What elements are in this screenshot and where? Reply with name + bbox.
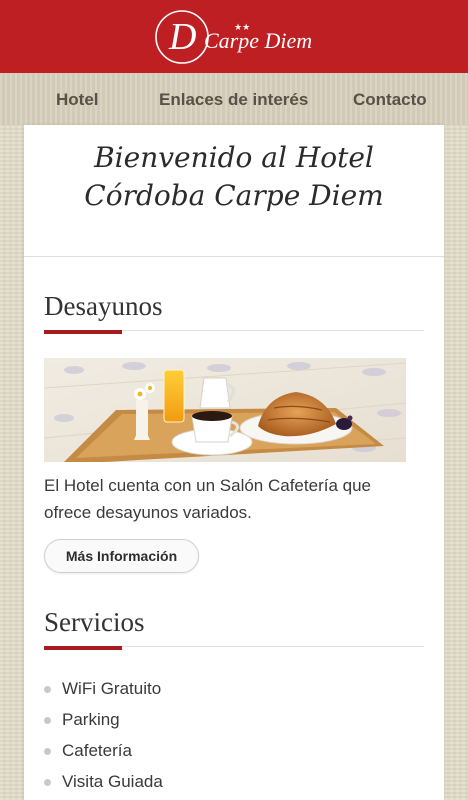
service-label-parking: Parking [62,710,120,729]
hotel-logo[interactable]: D ★★ Carpe Diem [154,8,324,66]
list-item: Cafetería [44,737,424,768]
services-list: WiFi Gratuito Parking Cafetería Visita G… [44,675,424,799]
top-header-bar: D ★★ Carpe Diem [0,0,468,73]
breakfast-desc-line-1: El Hotel cuenta con un Salón Cafetería q… [44,476,371,495]
service-label-visita: Visita Guiada [62,772,163,791]
breakfast-desc-line-2: ofrece desayunos variados. [44,503,252,522]
services-section-accent [44,646,122,650]
list-item: Parking [44,706,424,737]
bullet-icon [44,779,51,786]
breakfast-tray-photo [44,358,406,462]
bullet-icon [44,686,51,693]
services-section-title: Servicios [44,607,145,637]
breakfast-section-accent [44,330,122,334]
nav-item-enlaces[interactable]: Enlaces de interés [159,90,308,110]
welcome-line-2: Córdoba Carpe Diem [84,179,384,212]
breakfast-section-title: Desayunos [44,291,163,321]
logo-letter: D [168,16,196,58]
bullet-icon [44,717,51,724]
welcome-divider [24,256,444,257]
more-info-button[interactable]: Más Información [44,539,199,573]
service-label-cafeteria: Cafetería [62,741,132,760]
service-label-wifi: WiFi Gratuito [62,679,162,698]
nav-item-hotel[interactable]: Hotel [56,90,99,110]
bullet-icon [44,748,51,755]
welcome-heading: Bienvenido al Hotel Córdoba Carpe Diem [24,139,444,215]
breakfast-description: El Hotel cuenta con un Salón Cafetería q… [44,472,434,526]
nav-item-contacto[interactable]: Contacto [353,90,427,110]
logo-text: Carpe Diem [204,28,312,53]
list-item: Visita Guiada [44,768,424,799]
welcome-line-1: Bienvenido al Hotel [94,141,374,174]
content-card: Bienvenido al Hotel Córdoba Carpe Diem D… [24,125,444,800]
main-navigation: Hotel Enlaces de interés Contacto [0,73,468,125]
list-item: WiFi Gratuito [44,675,424,706]
